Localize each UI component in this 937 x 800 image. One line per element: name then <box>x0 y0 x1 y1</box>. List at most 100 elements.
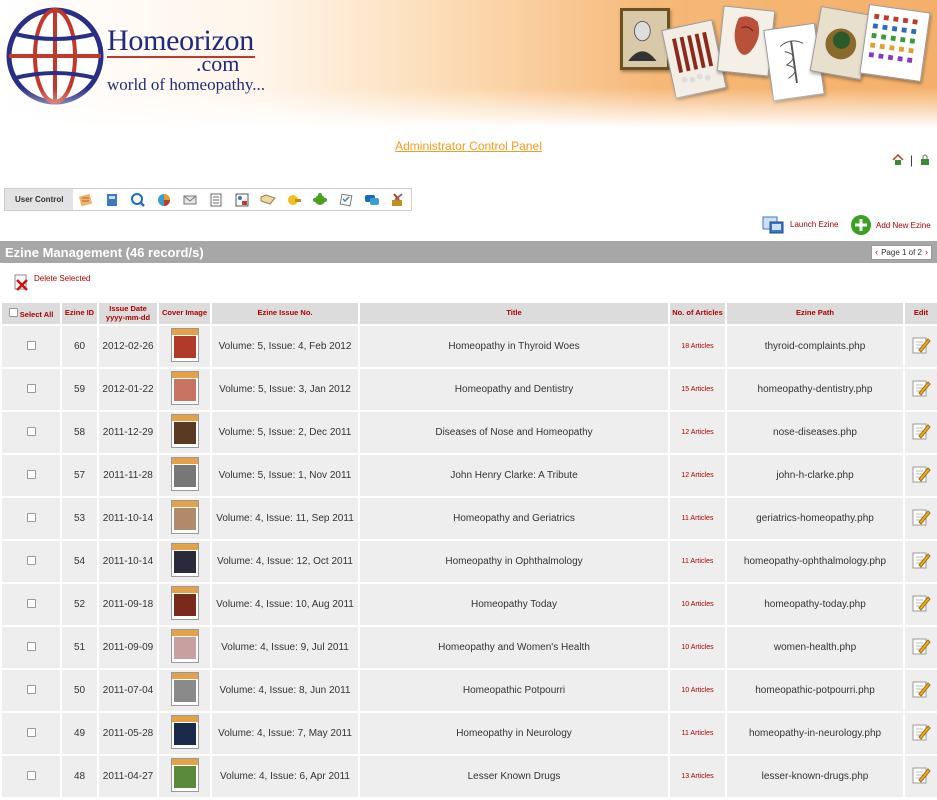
folder-icon[interactable] <box>255 189 281 210</box>
select-all-checkbox[interactable] <box>8 307 18 317</box>
row-select-cell[interactable] <box>0 410 62 455</box>
issue-no-cell: Volume: 5, Issue: 4, Feb 2012 <box>210 324 360 369</box>
delete-selected-button[interactable]: Delete Selected <box>12 274 90 292</box>
articles-link[interactable]: 12 Articles <box>668 453 727 498</box>
row-checkbox[interactable] <box>26 426 36 436</box>
issue-date-cell: 2011-04-27 <box>97 754 159 799</box>
users-table-icon[interactable] <box>229 189 255 210</box>
col-path: Ezine Path <box>725 301 905 326</box>
articles-link[interactable]: 12 Articles <box>668 410 727 455</box>
articles-link[interactable]: 11 Articles <box>668 711 727 756</box>
edit-pencil-icon[interactable] <box>911 507 931 527</box>
lock-key-icon[interactable] <box>281 189 307 210</box>
row-select-cell[interactable] <box>0 324 62 369</box>
row-checkbox[interactable] <box>26 684 36 694</box>
admin-control-panel-link[interactable]: Administrator Control Panel <box>0 139 937 153</box>
cover-thumbnail[interactable] <box>170 414 199 448</box>
notes-icon[interactable] <box>73 189 99 210</box>
row-checkbox[interactable] <box>26 770 36 780</box>
row-checkbox[interactable] <box>26 727 36 737</box>
edit-pencil-icon[interactable] <box>911 421 931 441</box>
cover-thumbnail[interactable] <box>170 586 199 620</box>
edit-pencil-icon[interactable] <box>911 679 931 699</box>
cover-thumbnail[interactable] <box>170 543 199 577</box>
edit-cell[interactable] <box>903 582 937 627</box>
pie-chart-icon[interactable] <box>151 189 177 210</box>
row-checkbox[interactable] <box>26 641 36 651</box>
edit-pencil-icon[interactable] <box>911 464 931 484</box>
path-cell: lesser-known-drugs.php <box>725 754 905 799</box>
cover-thumbnail[interactable] <box>170 500 199 534</box>
row-checkbox[interactable] <box>26 383 36 393</box>
edit-cell[interactable] <box>903 367 937 412</box>
col-title: Title <box>358 301 670 326</box>
cover-cell <box>157 324 212 369</box>
list-icon[interactable] <box>203 189 229 210</box>
row-select-cell[interactable] <box>0 668 62 713</box>
row-select-cell[interactable] <box>0 539 62 584</box>
ezine-id-cell: 59 <box>60 367 99 412</box>
articles-link[interactable]: 13 Articles <box>668 754 727 799</box>
articles-link[interactable]: 11 Articles <box>668 496 727 541</box>
edit-cell[interactable] <box>903 539 937 584</box>
articles-link[interactable]: 10 Articles <box>668 625 727 670</box>
user-control-label[interactable]: User Control <box>5 189 74 210</box>
prev-page-icon[interactable]: ‹ <box>875 247 878 257</box>
row-select-cell[interactable] <box>0 496 62 541</box>
cover-thumbnail[interactable] <box>170 371 199 405</box>
path-cell: homeopathy-dentistry.php <box>725 367 905 412</box>
articles-link[interactable]: 10 Articles <box>668 668 727 713</box>
row-select-cell[interactable] <box>0 582 62 627</box>
add-new-ezine-button[interactable]: Add New Ezine <box>850 214 931 236</box>
mail-icon[interactable] <box>177 189 203 210</box>
launch-ezine-button[interactable]: Launch Ezine <box>762 214 838 234</box>
edit-pencil-icon[interactable] <box>911 636 931 656</box>
edit-pencil-icon[interactable] <box>911 765 931 785</box>
articles-link[interactable]: 11 Articles <box>668 539 727 584</box>
survey-icon[interactable] <box>333 189 359 210</box>
edit-pencil-icon[interactable] <box>911 378 931 398</box>
row-checkbox[interactable] <box>26 598 36 608</box>
row-checkbox[interactable] <box>26 340 36 350</box>
cover-thumbnail[interactable] <box>170 328 199 362</box>
cover-thumbnail[interactable] <box>170 758 199 792</box>
articles-link[interactable]: 18 Articles <box>668 324 727 369</box>
articles-link[interactable]: 10 Articles <box>668 582 727 627</box>
logout-icon[interactable] <box>919 154 931 166</box>
puzzle-icon[interactable] <box>307 189 333 210</box>
row-checkbox[interactable] <box>26 555 36 565</box>
row-select-cell[interactable] <box>0 367 62 412</box>
row-select-cell[interactable] <box>0 754 62 799</box>
cover-thumbnail[interactable] <box>170 457 199 491</box>
edit-pencil-icon[interactable] <box>911 593 931 613</box>
edit-cell[interactable] <box>903 668 937 713</box>
row-checkbox[interactable] <box>26 469 36 479</box>
chat-icon[interactable] <box>359 189 385 210</box>
col-select-all[interactable]: Select All <box>0 301 62 326</box>
ezine-id-cell: 50 <box>60 668 99 713</box>
edit-pencil-icon[interactable] <box>911 722 931 742</box>
home-icon[interactable] <box>892 154 904 166</box>
row-select-cell[interactable] <box>0 625 62 670</box>
edit-cell[interactable] <box>903 410 937 455</box>
search-doc-icon[interactable] <box>125 189 151 210</box>
edit-pencil-icon[interactable] <box>911 550 931 570</box>
articles-link[interactable]: 15 Articles <box>668 367 727 412</box>
row-select-cell[interactable] <box>0 453 62 498</box>
edit-cell[interactable] <box>903 625 937 670</box>
book-icon[interactable] <box>99 189 125 210</box>
edit-cell[interactable] <box>903 754 937 799</box>
next-page-icon[interactable]: › <box>925 247 928 257</box>
edit-pencil-icon[interactable] <box>911 335 931 355</box>
tools-icon[interactable] <box>385 189 411 210</box>
edit-cell[interactable] <box>903 324 937 369</box>
cover-thumbnail[interactable] <box>170 672 199 706</box>
cover-thumbnail[interactable] <box>170 715 199 749</box>
cover-thumbnail[interactable] <box>170 629 199 663</box>
edit-cell[interactable] <box>903 453 937 498</box>
row-select-cell[interactable] <box>0 711 62 756</box>
edit-cell[interactable] <box>903 496 937 541</box>
row-checkbox[interactable] <box>26 512 36 522</box>
pagination[interactable]: ‹ Page 1 of 2 › <box>871 244 932 260</box>
edit-cell[interactable] <box>903 711 937 756</box>
